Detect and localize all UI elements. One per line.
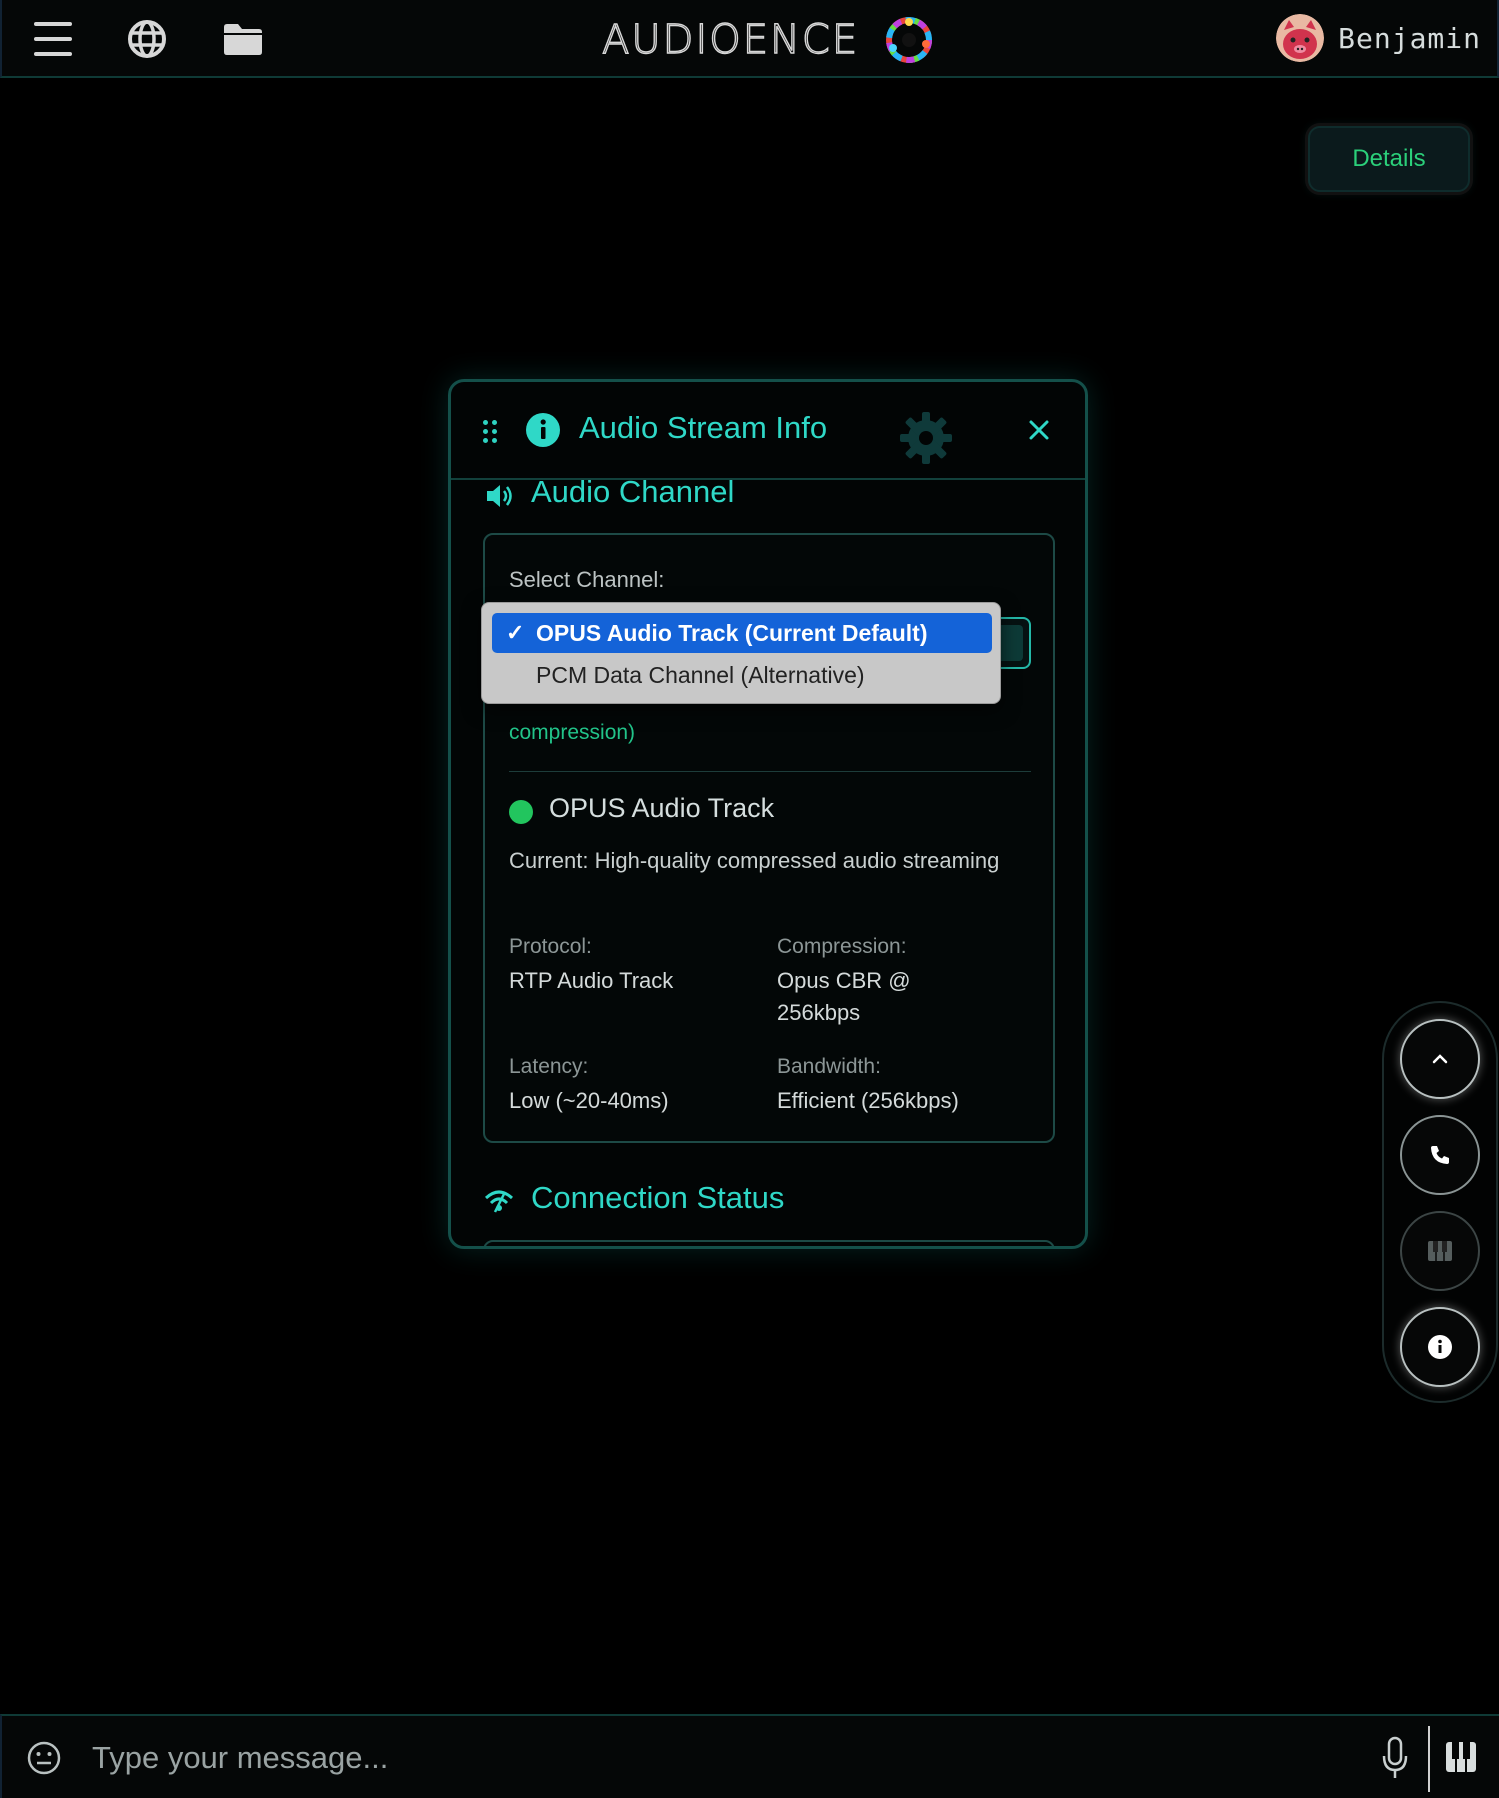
track-name: OPUS Audio Track bbox=[549, 793, 775, 823]
speaker-icon bbox=[487, 485, 512, 507]
select-channel-label: Select Channel: bbox=[509, 567, 665, 592]
dropdown-option-label: OPUS Audio Track (Current Default) bbox=[536, 620, 928, 646]
modal-title: Audio Stream Info bbox=[579, 410, 828, 445]
folder-icon[interactable] bbox=[220, 18, 266, 60]
piano-keys-icon[interactable] bbox=[1444, 1740, 1478, 1774]
close-icon[interactable] bbox=[1023, 414, 1055, 446]
bandwidth-value: Efficient (256kbps) bbox=[777, 1088, 959, 1113]
message-input[interactable] bbox=[92, 1732, 1332, 1784]
info-icon bbox=[526, 413, 560, 447]
audio-channel-heading: Audio Channel bbox=[531, 474, 735, 509]
gear-icon bbox=[900, 412, 952, 464]
hamburger-menu-icon[interactable] bbox=[30, 18, 76, 60]
connection-status-card bbox=[483, 1240, 1055, 1246]
chevron-up-icon bbox=[1432, 1054, 1448, 1064]
floating-controls bbox=[1382, 1001, 1498, 1403]
info-button[interactable] bbox=[1400, 1307, 1480, 1387]
audio-stream-info-modal: Audio Stream Info Audio Channel Select C… bbox=[448, 379, 1088, 1249]
logo-ring-icon bbox=[886, 17, 933, 63]
latency-label: Latency: bbox=[509, 1055, 589, 1078]
microphone-icon[interactable] bbox=[1380, 1736, 1410, 1780]
emoji-icon[interactable] bbox=[26, 1740, 62, 1776]
info-icon bbox=[1428, 1335, 1452, 1359]
latency-value: Low (~20-40ms) bbox=[509, 1088, 669, 1113]
globe-icon[interactable] bbox=[124, 18, 170, 60]
piano-button[interactable] bbox=[1400, 1211, 1480, 1291]
compression-value: Opus CBR @ 256kbps bbox=[777, 968, 911, 1025]
protocol-label: Protocol: bbox=[509, 935, 592, 958]
username: Benjamin bbox=[1338, 21, 1481, 55]
logo-text: AUDIOENCE bbox=[601, 16, 860, 63]
user-profile[interactable]: Benjamin bbox=[1276, 14, 1481, 62]
compression-label: Compression: bbox=[777, 935, 907, 958]
drag-handle-icon[interactable] bbox=[483, 420, 501, 444]
avatar bbox=[1276, 14, 1325, 62]
dropdown-option-pcm[interactable]: PCM Data Channel (Alternative) bbox=[492, 655, 992, 695]
details-button[interactable]: Details bbox=[1308, 126, 1470, 192]
dropdown-option-opus[interactable]: ✓ OPUS Audio Track (Current Default) bbox=[492, 613, 992, 653]
channel-dropdown-menu: ✓ OPUS Audio Track (Current Default) PCM… bbox=[481, 602, 1001, 704]
checkmark-icon: ✓ bbox=[506, 620, 525, 645]
piano-keys-icon bbox=[1428, 1241, 1452, 1261]
divider bbox=[1428, 1726, 1430, 1792]
collapse-button[interactable] bbox=[1400, 1019, 1480, 1099]
message-bar bbox=[0, 1714, 1499, 1798]
status-dot bbox=[509, 800, 533, 824]
divider bbox=[509, 771, 1031, 772]
top-header: AUDIOENCE Benjamin bbox=[0, 0, 1499, 78]
bandwidth-label: Bandwidth: bbox=[777, 1055, 881, 1078]
app-logo: AUDIOENCE bbox=[601, 14, 935, 66]
channel-hint-text: compression) bbox=[509, 721, 636, 744]
modal-header: Audio Stream Info bbox=[451, 382, 1085, 480]
call-button[interactable] bbox=[1400, 1115, 1480, 1195]
protocol-value: RTP Audio Track bbox=[509, 968, 674, 993]
phone-icon bbox=[1431, 1146, 1449, 1164]
signal-icon bbox=[484, 1190, 514, 1213]
dropdown-option-label: PCM Data Channel (Alternative) bbox=[536, 662, 865, 688]
connection-status-heading: Connection Status bbox=[531, 1180, 785, 1215]
track-description: Current: High-quality compressed audio s… bbox=[509, 848, 1000, 873]
